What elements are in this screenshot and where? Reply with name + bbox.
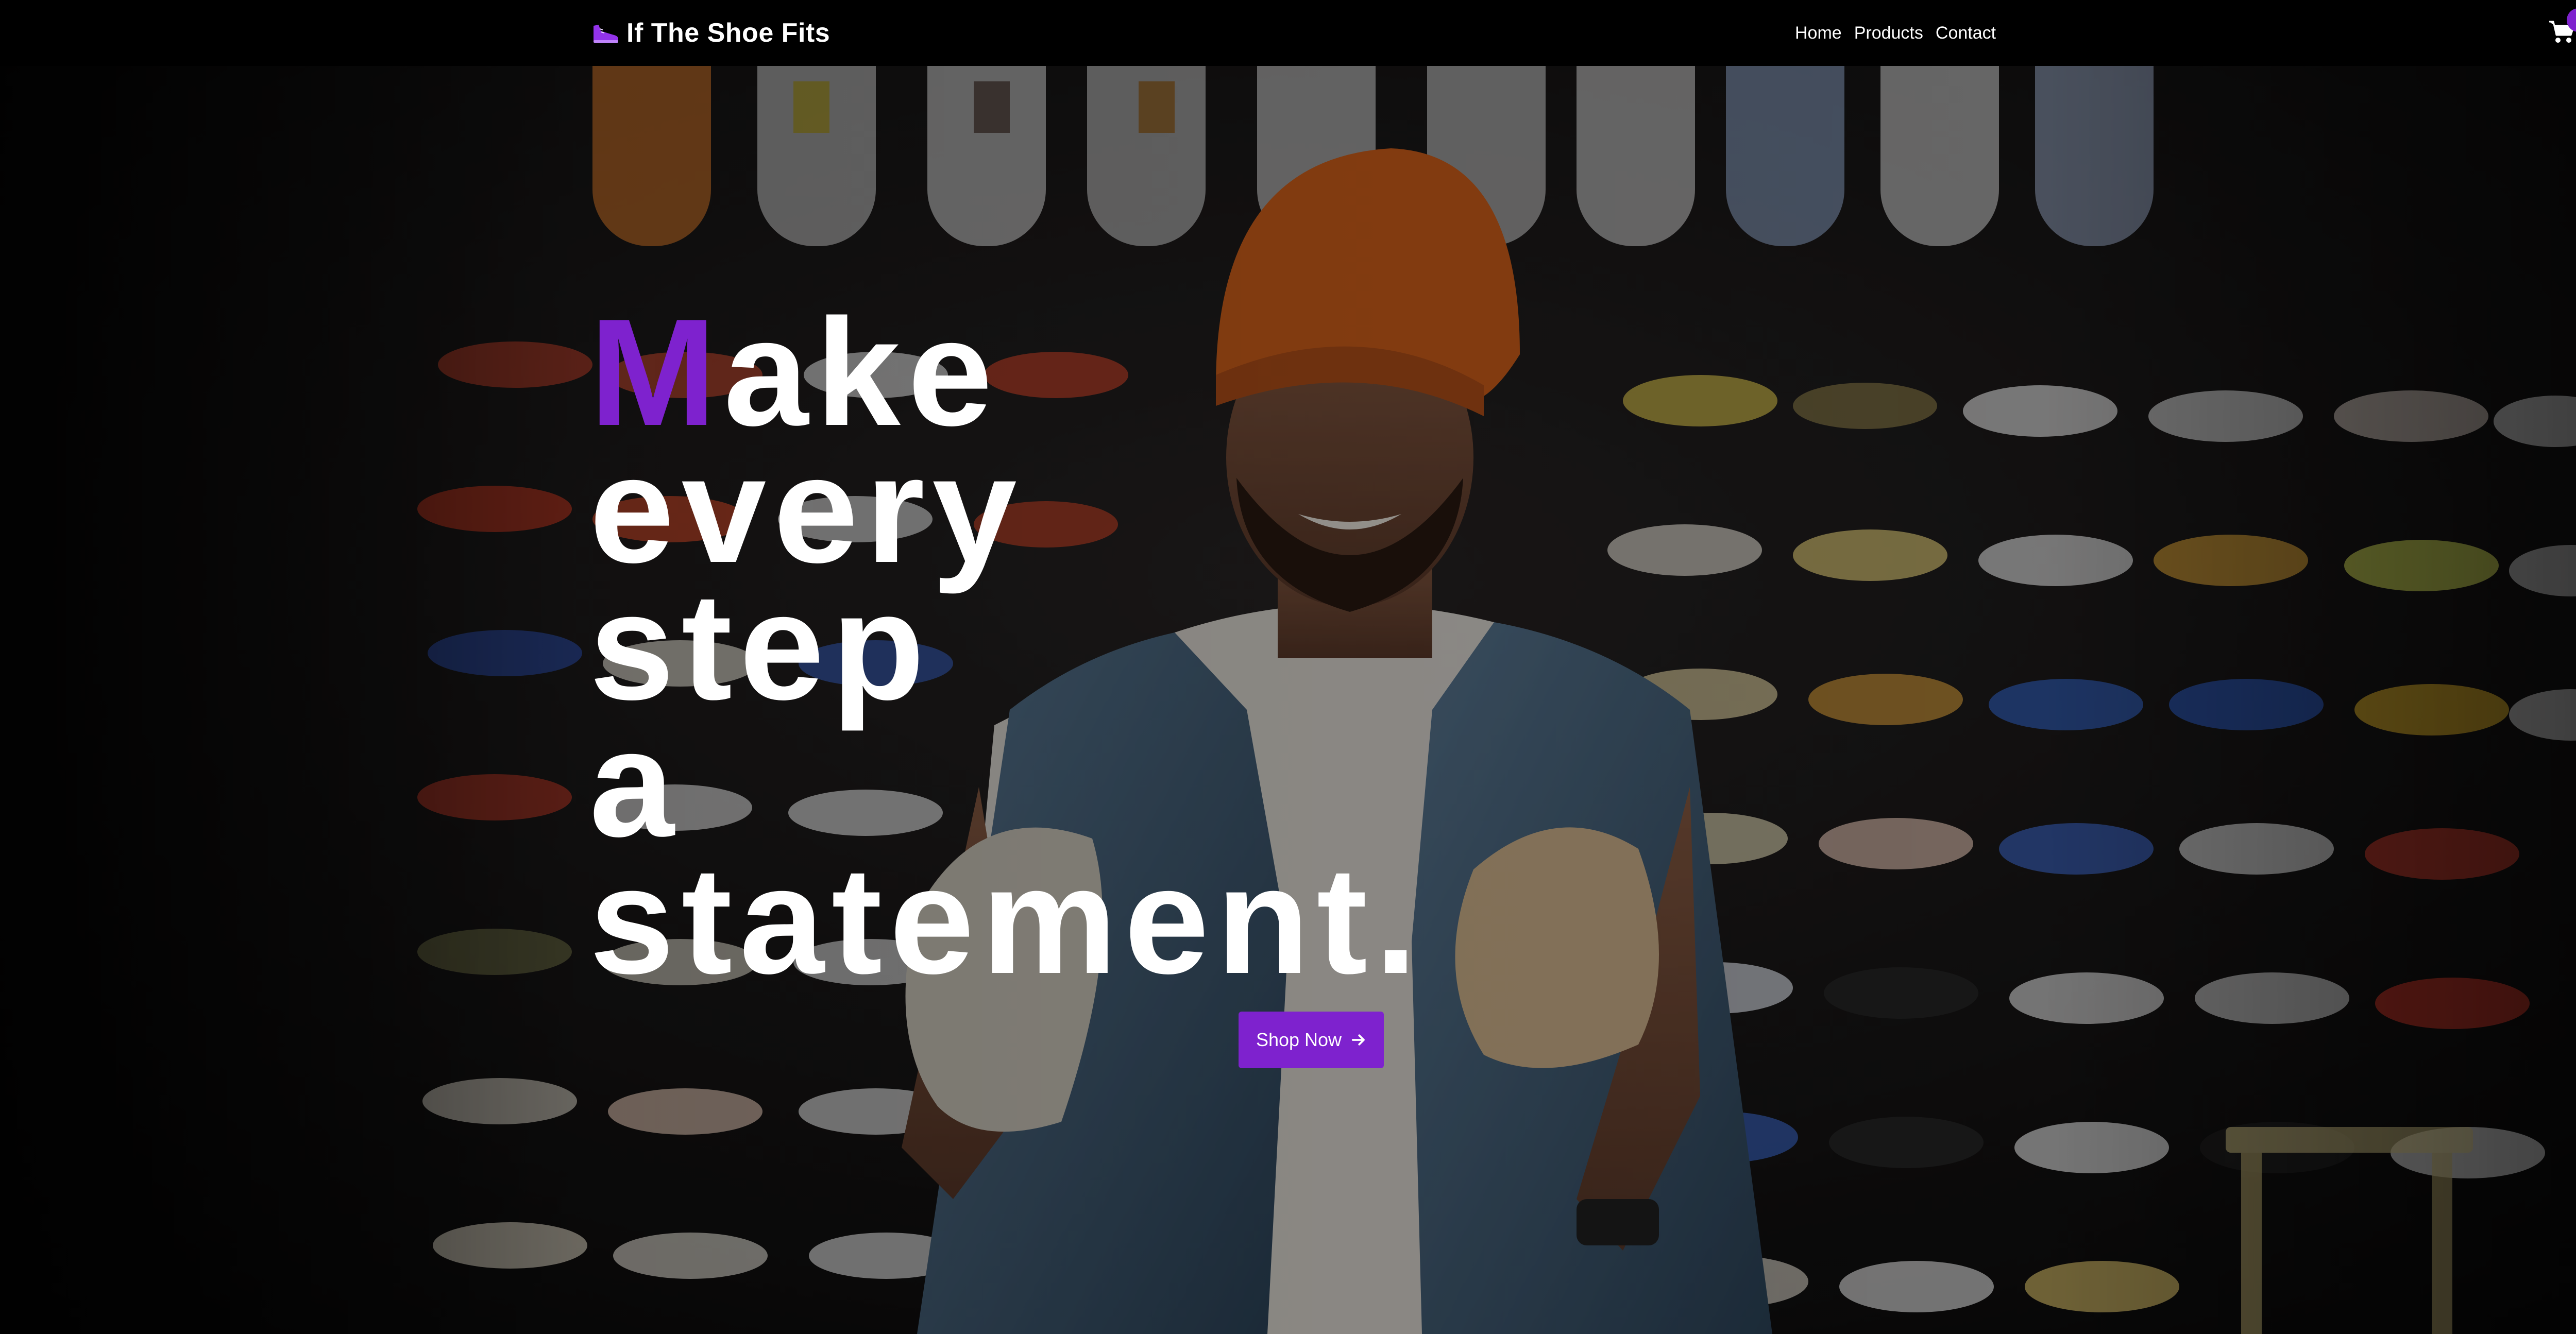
shop-now-label: Shop Now [1256, 1029, 1342, 1050]
headline-line-3: step [589, 561, 932, 731]
brand-link[interactable]: If The Shoe Fits [591, 14, 830, 52]
nav-links: Home Products Contact [1795, 20, 1996, 46]
page: Make every step a statement. Shop Now If… [0, 0, 2576, 1334]
hero-section: Make every step a statement. Shop Now [0, 66, 2576, 1334]
sneaker-icon [594, 25, 618, 43]
nav-products-link[interactable]: Products [1854, 20, 1923, 46]
cart-button[interactable]: 1 [2548, 8, 2576, 46]
arrow-right-icon [1351, 1034, 1365, 1046]
headline-line-1: Make [589, 296, 1424, 449]
nav-contact-link[interactable]: Contact [1936, 20, 1996, 46]
hero-headline: Make every step a statement. [589, 296, 1425, 1005]
headline-line-2: every [589, 424, 1024, 594]
brand-name: If The Shoe Fits [626, 18, 831, 48]
shop-now-button[interactable]: Shop Now [1239, 1012, 1384, 1068]
nav-home-link[interactable]: Home [1795, 20, 1842, 46]
navbar: If The Shoe Fits Home Products Contact 1 [0, 0, 2576, 66]
headline-line-4: a [589, 698, 682, 868]
headline-line-5: statement. [589, 835, 1425, 1005]
